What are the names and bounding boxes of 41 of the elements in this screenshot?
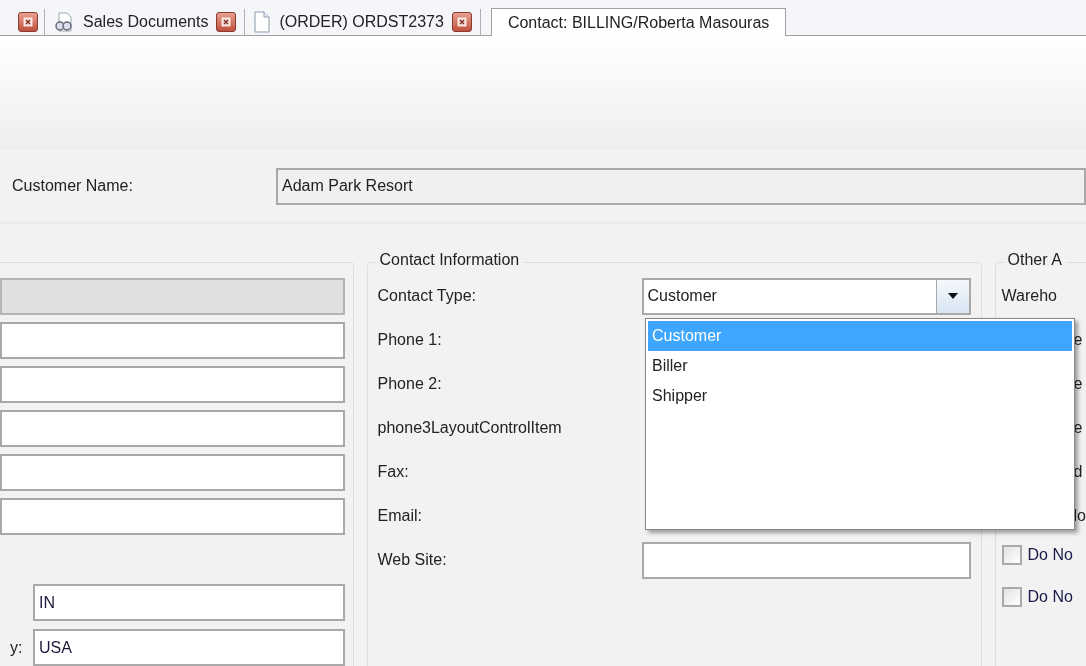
dropdown-option[interactable]: Biller bbox=[648, 351, 1072, 381]
tab-label: (ORDER) ORDST2373 bbox=[279, 12, 444, 32]
field-label: Web Site: bbox=[377, 550, 448, 570]
dropdown-option[interactable]: Shipper bbox=[648, 381, 1072, 411]
customer-name-field[interactable]: Adam Park Resort bbox=[276, 167, 1086, 205]
text-field[interactable] bbox=[0, 322, 345, 359]
text-field[interactable] bbox=[0, 454, 345, 491]
field-label: y: bbox=[9, 637, 24, 658]
field-label: Phone 1: bbox=[377, 330, 443, 350]
text-field[interactable] bbox=[0, 366, 345, 403]
country-field[interactable]: USA bbox=[33, 629, 345, 666]
tab-label: Sales Documents bbox=[83, 12, 209, 32]
close-tab-button[interactable] bbox=[216, 12, 237, 32]
field-label: Email: bbox=[377, 506, 423, 526]
contact-type-dropdown[interactable]: Customer bbox=[641, 277, 971, 315]
tab-label: Contact: BILLING/Roberta Masouras bbox=[507, 12, 770, 33]
close-icon bbox=[23, 17, 33, 27]
field-label: Contact Type: bbox=[377, 286, 477, 306]
close-tab-button[interactable] bbox=[451, 12, 472, 32]
tab[interactable]: Contact: BILLING/Roberta Masouras bbox=[490, 8, 787, 36]
close-icon bbox=[221, 17, 232, 27]
checkbox[interactable] bbox=[1001, 587, 1022, 607]
field-label: Fax: bbox=[377, 462, 410, 482]
checkbox-label: Do No bbox=[1027, 545, 1073, 565]
web-site-field[interactable] bbox=[641, 541, 971, 579]
text-field[interactable] bbox=[0, 410, 345, 447]
close-icon bbox=[456, 17, 467, 27]
field-label: Customer Name: bbox=[12, 176, 134, 196]
state-field[interactable]: IN bbox=[33, 584, 345, 621]
field-label: lo bbox=[1073, 506, 1086, 526]
tab[interactable]: Sales Documents bbox=[45, 9, 246, 35]
page-icon bbox=[253, 11, 272, 33]
field-label: Phone 2: bbox=[377, 374, 443, 394]
checkbox-label: Do No bbox=[1027, 587, 1073, 607]
checkbox[interactable] bbox=[1001, 545, 1022, 565]
tab[interactable]: (ORDER) ORDST2373 bbox=[245, 9, 481, 35]
text-field[interactable] bbox=[0, 498, 345, 535]
close-tab-button[interactable] bbox=[18, 12, 38, 32]
field-label: Wareho bbox=[1001, 286, 1057, 306]
field-label: phone3LayoutControlItem bbox=[377, 418, 563, 438]
binoculars-icon bbox=[53, 11, 75, 33]
